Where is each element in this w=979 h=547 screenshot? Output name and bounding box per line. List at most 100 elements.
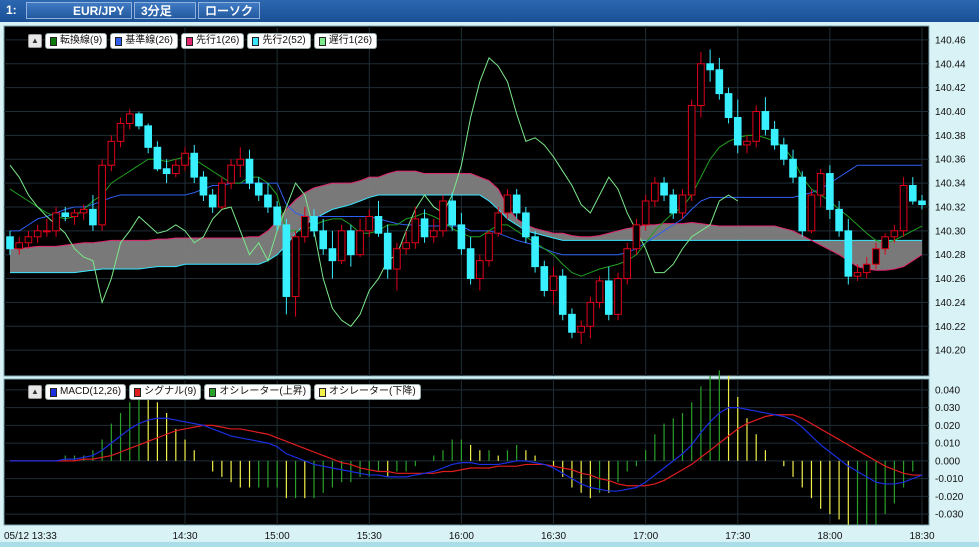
legend-signal-label: シグナル(9) <box>144 386 197 397</box>
candle-down <box>135 113 143 127</box>
candle-down <box>6 236 14 250</box>
legend-senkou1[interactable]: 先行1(26) <box>181 33 245 49</box>
chart-index: 1: <box>6 3 17 17</box>
candle-up <box>503 194 512 214</box>
candle-down <box>770 128 779 146</box>
candle-up <box>300 216 309 238</box>
legend-senkou2-label: 先行2(52) <box>262 35 306 46</box>
candle-down <box>208 194 217 208</box>
candle-down <box>761 111 770 130</box>
candle-up <box>853 272 862 277</box>
candle-up <box>236 158 245 166</box>
macd-legend: ▲ MACD(12,26) シグナル(9) オシレーター(上昇) オシレーター(… <box>28 384 421 400</box>
legend-senkou2[interactable]: 先行2(52) <box>247 33 311 49</box>
candle-up <box>807 194 816 232</box>
main-ytick-label: 140.44 <box>935 59 966 70</box>
macd-ytick-label: -0.010 <box>935 474 964 485</box>
main-ytick-label: 140.30 <box>935 226 966 237</box>
candle-down <box>706 63 714 71</box>
macd-ytick-label: 0.000 <box>935 456 960 467</box>
candle-down <box>660 182 668 196</box>
legend-macd[interactable]: MACD(12,26) <box>45 384 127 400</box>
legend-osc-down[interactable]: オシレーター(下降) <box>314 384 421 400</box>
candle-down <box>144 125 152 148</box>
main-ytick-label: 140.36 <box>935 155 966 166</box>
candle-down <box>604 280 613 315</box>
candle-up <box>494 212 503 234</box>
interval-button[interactable]: 3分足 <box>134 2 196 19</box>
main-ytick-label: 140.24 <box>935 298 966 309</box>
candle-down <box>310 216 318 232</box>
candle-up <box>218 182 226 208</box>
candle-up <box>577 325 585 333</box>
candle-down <box>918 200 926 206</box>
candle-down <box>89 208 97 226</box>
candle-up <box>439 200 447 232</box>
main-ytick-label: 140.34 <box>935 179 966 190</box>
candle-up <box>181 152 189 166</box>
candle-up <box>862 263 871 274</box>
main-ytick-label: 140.46 <box>935 35 966 46</box>
candle-up <box>411 218 420 244</box>
candle-down <box>245 158 254 184</box>
candle-up <box>70 212 79 218</box>
candle-up <box>697 63 705 107</box>
x-tick-label: 17:30 <box>725 531 750 542</box>
macd-panel-background <box>3 378 930 526</box>
legend-osc-up-label: オシレーター(上昇) <box>219 386 307 397</box>
candle-up <box>33 230 42 238</box>
chart-type-button[interactable]: ローソク <box>198 2 260 19</box>
x-tick-label: 18:30 <box>909 531 934 542</box>
candle-down <box>347 230 355 256</box>
chart-svg[interactable]: 140.20 140.22 140.24 140.26 140.28 140.30 140.… <box>0 22 979 542</box>
candle-up <box>98 164 106 226</box>
candle-up <box>227 164 235 184</box>
legend-chikou-label: 遅行1(26) <box>328 35 373 46</box>
candle-down <box>522 212 530 238</box>
legend-osc-up[interactable]: オシレーター(上昇) <box>204 384 312 400</box>
legend-kijun-label: 基準線(26) <box>125 35 174 46</box>
candle-up <box>402 242 410 250</box>
candle-up <box>651 182 659 202</box>
legend-macd-label: MACD(12,26) <box>60 386 122 397</box>
candle-up <box>116 122 125 142</box>
main-ytick-label: 140.32 <box>935 202 966 213</box>
candle-down <box>328 248 337 262</box>
candle-down <box>531 236 539 268</box>
triangle-up-icon[interactable]: ▲ <box>28 385 42 399</box>
candle-down <box>780 144 788 160</box>
triangle-up-icon[interactable]: ▲ <box>28 34 42 48</box>
candle-up <box>429 230 438 238</box>
candle-down <box>282 224 291 297</box>
macd-ytick-label: 0.020 <box>935 421 960 432</box>
macd-ytick-label: 0.030 <box>935 403 960 414</box>
candle-down <box>724 93 733 118</box>
interval-label: 3分足 <box>141 4 172 18</box>
x-tick-label: 15:30 <box>357 531 382 542</box>
legend-chikou[interactable]: 遅行1(26) <box>313 33 378 49</box>
candle-down <box>733 116 742 146</box>
candle-down <box>420 218 429 238</box>
legend-tenkan[interactable]: 転換線(9) <box>45 33 108 49</box>
candle-up <box>899 184 908 232</box>
candle-up <box>79 208 88 214</box>
chart-type-label: ローソク <box>205 4 254 18</box>
top-toolbar: 1: EUR/JPY 3分足 ローソク <box>0 0 979 22</box>
legend-kijun[interactable]: 基準線(26) <box>110 33 179 49</box>
candle-down <box>558 275 567 315</box>
candle-down <box>466 248 475 280</box>
legend-signal[interactable]: シグナル(9) <box>129 384 202 400</box>
legend-tenkan-label: 転換線(9) <box>60 35 103 46</box>
candle-down <box>715 69 724 95</box>
candle-up <box>872 248 880 265</box>
x-tick-label: 15:00 <box>265 531 290 542</box>
macd-ytick-label: -0.030 <box>935 510 964 521</box>
chart-window: 1: EUR/JPY 3分足 ローソク 140.20 140.22 140.24 14… <box>0 0 979 542</box>
macd-ytick-label: 0.040 <box>935 385 960 396</box>
macd-ytick-label: 0.010 <box>935 439 960 450</box>
main-ytick-label: 140.38 <box>935 131 966 142</box>
candle-down <box>568 313 576 333</box>
candle-down <box>826 173 834 210</box>
candle-down <box>254 182 263 196</box>
currency-pair-button[interactable]: EUR/JPY <box>26 2 132 19</box>
